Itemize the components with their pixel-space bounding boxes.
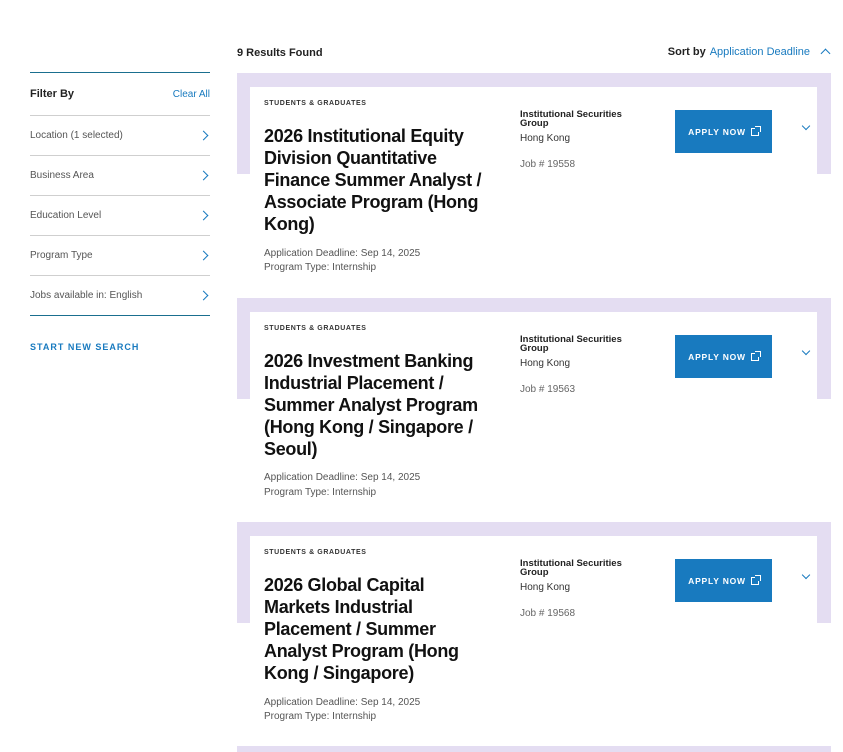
chevron-up-icon[interactable]	[820, 47, 830, 57]
apply-now-label: APPLY NOW	[688, 351, 746, 362]
job-group: Institutional Securities Group	[520, 558, 622, 578]
job-program-type: Program Type: Internship	[264, 711, 377, 722]
card-body: STUDENTS & GRADUATES 2026 Global Capital…	[250, 536, 817, 746]
sort-label: Sort by	[667, 46, 706, 58]
sort-control[interactable]: Sort by Application Deadline	[668, 46, 830, 58]
clear-all-link[interactable]: Clear All	[173, 89, 210, 100]
filter-label: Program Type	[30, 250, 93, 261]
job-group: Institutional Securities Group	[520, 109, 622, 129]
chevron-down-icon[interactable]	[801, 348, 811, 358]
chevron-right-icon	[200, 210, 208, 222]
chevron-right-icon	[200, 250, 208, 262]
filter-label: Location (1 selected)	[30, 130, 123, 141]
job-category: STUDENTS & GRADUATES	[264, 325, 367, 332]
job-location: Hong Kong	[520, 582, 571, 593]
card-body: STUDENTS & GRADUATES 2026 Institutional …	[250, 87, 817, 297]
chevron-right-icon	[200, 170, 208, 182]
external-link-icon	[750, 350, 761, 361]
job-deadline: Application Deadline: Sep 14, 2025	[264, 472, 421, 483]
chevron-down-icon[interactable]	[801, 123, 811, 133]
sort-value[interactable]: Application Deadline	[710, 46, 810, 58]
job-title[interactable]: 2026 Investment Banking Industrial Place…	[264, 350, 494, 460]
job-title[interactable]: 2026 Global Capital Markets Industrial P…	[264, 574, 494, 684]
chevron-right-icon	[200, 290, 208, 302]
apply-now-button[interactable]: APPLY NOW	[675, 335, 772, 378]
filter-label: Business Area	[30, 170, 94, 181]
job-deadline: Application Deadline: Sep 14, 2025	[264, 248, 421, 259]
next-card-band	[237, 746, 831, 752]
filter-education-level[interactable]: Education Level	[30, 195, 210, 235]
chevron-down-icon[interactable]	[801, 572, 811, 582]
job-location: Hong Kong	[520, 133, 571, 144]
job-program-type: Program Type: Internship	[264, 262, 377, 273]
chevron-right-icon	[200, 130, 208, 142]
filter-label: Jobs available in: English	[30, 290, 143, 301]
apply-now-button[interactable]: APPLY NOW	[675, 559, 772, 602]
filter-sidebar: Filter By Clear All Location (1 selected…	[30, 72, 210, 352]
filter-label: Education Level	[30, 210, 102, 221]
job-category: STUDENTS & GRADUATES	[264, 549, 367, 556]
filter-jobs-language[interactable]: Jobs available in: English	[30, 275, 210, 315]
job-title[interactable]: 2026 Institutional Equity Division Quant…	[264, 125, 494, 235]
filter-title: Filter By	[30, 88, 75, 100]
filter-header: Filter By Clear All	[30, 73, 210, 115]
divider	[30, 315, 210, 316]
job-id: Job # 19563	[520, 384, 576, 395]
external-link-icon	[750, 574, 761, 585]
job-id: Job # 19568	[520, 608, 576, 619]
job-category: STUDENTS & GRADUATES	[264, 100, 367, 107]
job-id: Job # 19558	[520, 159, 576, 170]
filter-program-type[interactable]: Program Type	[30, 235, 210, 275]
filter-business-area[interactable]: Business Area	[30, 155, 210, 195]
external-link-icon	[750, 125, 761, 136]
job-group: Institutional Securities Group	[520, 334, 622, 354]
apply-now-button[interactable]: APPLY NOW	[675, 110, 772, 153]
job-program-type: Program Type: Internship	[264, 487, 377, 498]
apply-now-label: APPLY NOW	[688, 126, 746, 137]
filter-location[interactable]: Location (1 selected)	[30, 115, 210, 155]
job-location: Hong Kong	[520, 358, 571, 369]
card-body: STUDENTS & GRADUATES 2026 Investment Ban…	[250, 312, 817, 522]
apply-now-label: APPLY NOW	[688, 575, 746, 586]
start-new-search-link[interactable]: START NEW SEARCH	[30, 342, 210, 352]
job-deadline: Application Deadline: Sep 14, 2025	[264, 697, 421, 708]
results-count: 9 Results Found	[237, 47, 323, 59]
